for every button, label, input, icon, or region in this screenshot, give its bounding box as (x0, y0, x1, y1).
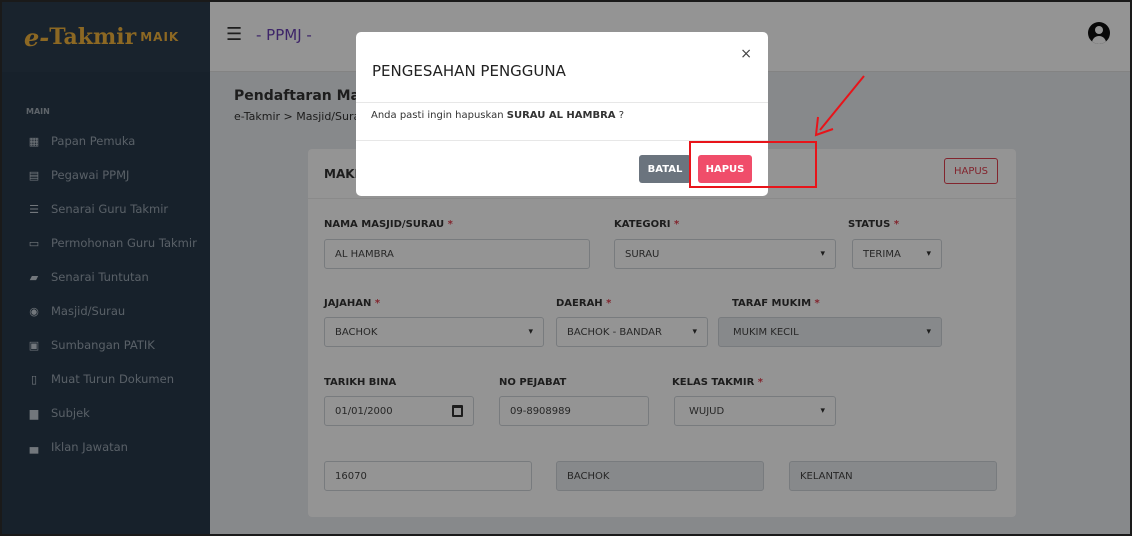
app-window: e- Takmir MAIK MAIN ▦ Papan Pemuka ▤ Pegaw… (0, 0, 1132, 536)
annotation-arrow (814, 75, 865, 137)
